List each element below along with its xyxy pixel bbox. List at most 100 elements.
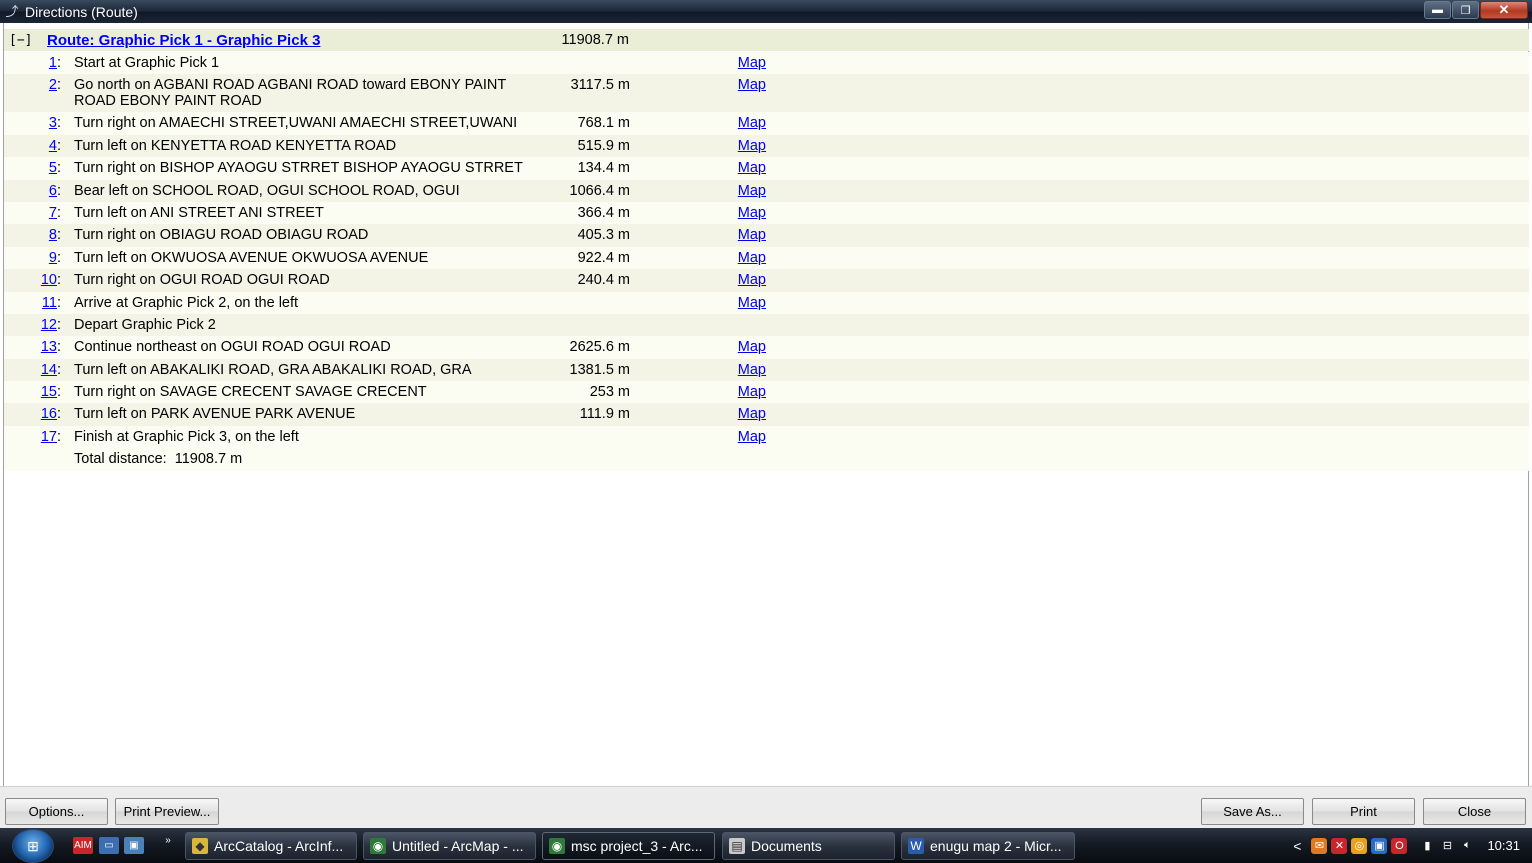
step-number-link[interactable]: 16 [41,406,57,422]
step-map-link[interactable]: Map [630,160,766,176]
taskbar-item-documents[interactable]: ▤ Documents [722,832,895,860]
directions-list: 1: Start at Graphic Pick 1 Map 2: Go north o… [4,52,1529,471]
start-button[interactable]: ⊞ [12,829,54,863]
step-number-link[interactable]: 13 [41,339,57,355]
step-map-link[interactable]: Map [630,384,766,400]
task-label: enugu map 2 - Micr... [930,838,1062,854]
step-map-link[interactable]: Map [630,138,766,154]
task-label: msc project_3 - Arc... [571,838,703,854]
tray-network-app-icon[interactable]: ▣ [1371,837,1388,854]
step-number-link[interactable]: 6 [49,183,57,199]
switch-windows-icon[interactable]: ▣ [124,837,144,854]
print-button[interactable]: Print [1312,798,1415,825]
direction-step-row: 2: Go north on AGBANI ROAD AGBANI ROAD to… [4,74,1529,113]
arcmap-icon: ◉ [370,838,386,854]
system-tray: < ✉ ✕ ◎ ▣ O ▮ ⊟ 🔈︎ 10:31 [1293,828,1532,863]
step-map-link[interactable]: Map [630,115,766,131]
title-bar: ⤴ Directions (Route) ▬ ❐ ✕ [0,0,1532,23]
direction-step-row: 8: Turn right on OBIAGU ROAD OBIAGU ROAD 4… [4,224,1529,247]
direction-step-row: 6: Bear left on SCHOOL ROAD, OGUI SCHOOL … [4,179,1529,202]
collapse-toggle[interactable]: [−] [9,33,47,48]
step-description: Turn right on SAVAGE CRECENT SAVAGE CREC… [74,384,427,401]
step-number: 14: [40,361,61,378]
step-description: Turn left on KENYETTA ROAD KENYETTA ROAD [74,137,397,154]
step-map-link[interactable]: Map [630,250,766,266]
clock[interactable]: 10:31 [1487,838,1520,853]
tray-opera-icon[interactable]: O [1391,837,1408,854]
step-number-link[interactable]: 17 [41,429,57,445]
direction-step-row: 4: Turn left on KENYETTA ROAD KENYETTA RO… [4,134,1529,158]
close-button[interactable]: Close [1423,798,1526,825]
show-desktop-icon[interactable]: ▭ [99,837,119,854]
step-map-link[interactable]: Map [630,362,766,378]
route-header: [−] Route: Graphic Pick 1 - Graphic Pick… [4,29,1529,51]
step-number-link[interactable]: 15 [41,384,57,400]
step-distance: 2625.6 m [569,339,630,356]
step-number-link[interactable]: 14 [41,362,57,378]
step-number-link[interactable]: 2 [49,77,57,93]
volume-icon[interactable]: 🔈︎ [1459,838,1475,854]
restore-icon: ❐ [1460,4,1471,17]
step-map-link[interactable]: Map [630,339,766,355]
save-as-button[interactable]: Save As... [1201,798,1304,825]
step-map-link[interactable]: Map [630,55,766,71]
restore-button[interactable]: ❐ [1452,1,1479,19]
direction-step-row: 15: Turn right on SAVAGE CRECENT SAVAGE C… [4,381,1529,404]
step-map-link[interactable]: Map [630,429,766,445]
print-preview-button[interactable]: Print Preview... [115,798,219,825]
direction-step-row: 1: Start at Graphic Pick 1 Map [4,52,1529,75]
minimize-button[interactable]: ▬ [1424,1,1451,19]
tray-app-icon[interactable]: ✉ [1311,837,1328,854]
tray-security-icon[interactable]: ✕ [1331,837,1348,854]
step-distance: 111.9 m [579,406,630,423]
step-description: Depart Graphic Pick 2 [74,316,216,333]
direction-step-row: 16: Turn left on PARK AVENUE PARK AVENUE 1… [4,403,1529,426]
step-map-link[interactable]: Map [630,272,766,288]
step-description: Turn left on ANI STREET ANI STREET [74,204,324,221]
step-description: Turn right on AMAECHI STREET,UWANI AMAEC… [74,115,518,132]
quicklaunch-more-icon[interactable]: » [158,832,178,849]
step-map-link[interactable]: Map [630,227,766,243]
step-description: Continue northeast on OGUI ROAD OGUI ROA… [74,339,391,356]
step-number-link[interactable]: 4 [49,138,57,154]
step-number-link[interactable]: 10 [41,272,57,288]
step-map-link[interactable]: Map [630,183,766,199]
tray-expand-icon[interactable]: < [1293,838,1301,854]
aim-icon[interactable]: AIM [73,837,93,854]
step-number: 13: [40,339,61,356]
route-total-distance: 11908.7 m [561,32,629,48]
step-number: 17: [40,428,61,445]
step-number: 3: [48,115,61,132]
step-number-link[interactable]: 1 [49,55,57,71]
route-title-link[interactable]: Route: Graphic Pick 1 - Graphic Pick 3 [47,32,545,49]
step-map-link[interactable]: Map [630,205,766,221]
close-window-button[interactable]: ✕ [1480,1,1528,19]
step-number-link[interactable]: 11 [42,295,57,311]
battery-icon[interactable]: ▮ [1419,838,1435,854]
taskbar-item-arccatalog[interactable]: ◆ ArcCatalog - ArcInf... [185,832,357,860]
step-number-link[interactable]: 8 [49,227,57,243]
folder-icon: ▤ [729,838,745,854]
step-map-link[interactable]: Map [630,295,766,311]
tray-update-icon[interactable]: ◎ [1351,837,1368,854]
direction-step-row: 3: Turn right on AMAECHI STREET,UWANI AMA… [4,112,1529,135]
step-description: Arrive at Graphic Pick 2, on the left [74,294,299,311]
step-number-link[interactable]: 7 [49,205,57,221]
taskbar-item-msc-project[interactable]: ◉ msc project_3 - Arc... [542,832,715,860]
step-number-link[interactable]: 12 [41,317,57,333]
arcmap-icon: ◉ [549,838,565,854]
step-distance: 3117.5 m [570,77,630,94]
step-number-link[interactable]: 9 [49,250,57,266]
step-number-link[interactable]: 5 [49,160,57,176]
window-controls: ▬ ❐ ✕ [1423,1,1528,19]
options-button[interactable]: Options... [5,798,108,825]
network-icon[interactable]: ⊟ [1439,838,1455,854]
step-distance: 134.4 m [577,160,630,177]
step-map-link[interactable]: Map [630,406,766,422]
step-number-link[interactable]: 3 [49,115,57,131]
step-description: Turn left on PARK AVENUE PARK AVENUE [74,406,356,423]
taskbar-item-word[interactable]: W enugu map 2 - Micr... [901,832,1075,860]
taskbar-item-untitled-arcmap[interactable]: ◉ Untitled - ArcMap - ... [363,832,536,860]
step-map-link[interactable]: Map [630,77,766,93]
task-label: Untitled - ArcMap - ... [392,838,524,854]
